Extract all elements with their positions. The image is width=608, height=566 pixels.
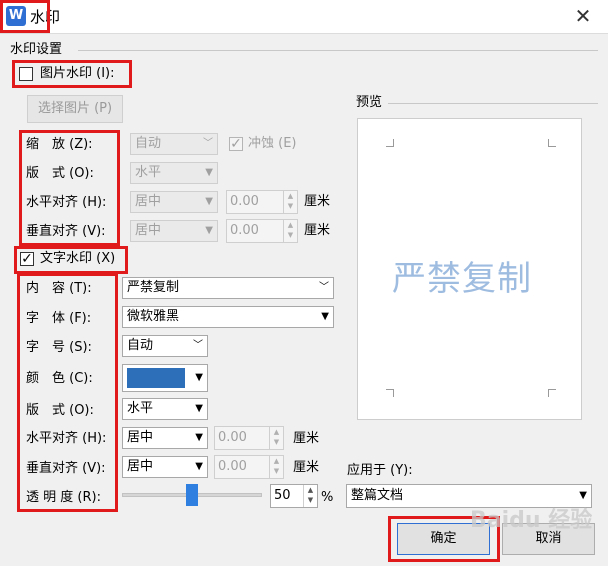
washout-label: 冲蚀 (E) [248, 136, 297, 151]
transparency-input[interactable]: 50 ▲ ▼ [270, 484, 318, 508]
picture-halign-unit: 厘米 [304, 194, 331, 209]
group-divider [78, 50, 598, 51]
color-swatch [127, 368, 185, 388]
text-halign-offset[interactable]: 0.00 ▲ ▼ [214, 426, 284, 450]
watermark-settings-label: 水印设置 [10, 42, 63, 57]
chevron-down-icon: ﹀ [319, 282, 329, 293]
triangle-down-icon: ▼ [195, 432, 203, 443]
text-watermark-label: 文字水印 (X) [40, 251, 116, 266]
margin-corner-mark [386, 389, 394, 397]
preview-watermark-text: 严禁复制 [392, 259, 532, 299]
picture-watermark-label: 图片水印 (I): [40, 66, 115, 81]
triangle-down-icon: ▼ [195, 403, 203, 414]
text-layout-label: 版 式 (O): [26, 403, 94, 418]
picture-valign-select[interactable]: 居中 ▼ [130, 220, 218, 242]
text-halign-label: 水平对齐 (H): [26, 431, 107, 446]
apply-to-label: 应用于 (Y): [347, 463, 413, 478]
scale-label: 缩 放 (Z): [26, 137, 93, 152]
text-layout-select[interactable]: 水平 ▼ [122, 398, 208, 420]
text-valign-select[interactable]: 居中 ▼ [122, 456, 208, 478]
margin-corner-mark [386, 139, 394, 147]
triangle-down-icon: ▼ [205, 167, 213, 178]
picture-valign-offset[interactable]: 0.00 ▲ ▼ [226, 219, 298, 243]
picture-layout-select[interactable]: 水平 ▼ [130, 162, 218, 184]
transparency-unit: % [321, 490, 334, 505]
preview-label: 预览 [356, 95, 383, 110]
picture-valign-unit: 厘米 [304, 223, 331, 238]
preview-divider [388, 103, 598, 104]
preview-panel: 严禁复制 [357, 118, 582, 420]
washout-checkbox[interactable]: ✓ [229, 137, 243, 151]
spinner-arrows-icon[interactable]: ▲ ▼ [269, 427, 283, 449]
spinner-arrows-icon[interactable]: ▲ ▼ [269, 456, 283, 478]
triangle-down-icon: ▼ [195, 461, 203, 472]
scale-select[interactable]: 自动 ﹀ [130, 133, 218, 155]
color-picker[interactable]: ▼ [122, 364, 208, 392]
picture-valign-label: 垂直对齐 (V): [26, 224, 106, 239]
margin-corner-mark [548, 139, 556, 147]
size-select[interactable]: 自动 ﹀ [122, 335, 208, 357]
content-label: 内 容 (T): [26, 281, 92, 296]
text-watermark-checkbox[interactable]: ✓ [20, 252, 34, 266]
wps-app-icon: W [6, 6, 26, 26]
dialog-title: 水印 [30, 8, 61, 26]
text-valign-offset[interactable]: 0.00 ▲ ▼ [214, 455, 284, 479]
margin-corner-mark [548, 389, 556, 397]
font-select[interactable]: 微软雅黑 ▼ [122, 306, 334, 328]
text-valign-label: 垂直对齐 (V): [26, 461, 106, 476]
picture-watermark-checkbox[interactable] [19, 67, 33, 81]
spinner-arrows-icon[interactable]: ▲ ▼ [283, 220, 297, 242]
font-label: 字 体 (F): [26, 311, 92, 326]
triangle-down-icon: ▼ [205, 196, 213, 207]
picture-halign-select[interactable]: 居中 ▼ [130, 191, 218, 213]
transparency-slider-thumb[interactable] [186, 484, 198, 506]
spinner-arrows-icon[interactable]: ▲ ▼ [283, 191, 297, 213]
picture-layout-label: 版 式 (O): [26, 166, 94, 181]
text-halign-unit: 厘米 [293, 431, 320, 446]
title-bar [0, 0, 608, 34]
text-halign-select[interactable]: 居中 ▼ [122, 427, 208, 449]
text-valign-unit: 厘米 [293, 460, 320, 475]
picture-halign-label: 水平对齐 (H): [26, 195, 107, 210]
chevron-down-icon: ﹀ [203, 138, 213, 149]
baidu-jingyan-watermark: Baidu 经验 [470, 508, 593, 533]
transparency-label: 透 明 度 (R): [26, 490, 101, 505]
close-button[interactable]: ✕ [568, 4, 598, 30]
select-picture-button[interactable]: 选择图片 (P) [27, 95, 123, 123]
chevron-down-icon: ﹀ [193, 340, 203, 351]
triangle-down-icon: ▼ [321, 311, 329, 322]
color-label: 颜 色 (C): [26, 371, 93, 386]
triangle-down-icon: ▼ [195, 372, 203, 383]
triangle-down-icon: ▼ [205, 225, 213, 236]
size-label: 字 号 (S): [26, 340, 92, 355]
spinner-arrows-icon[interactable]: ▲ ▼ [303, 485, 317, 507]
picture-halign-offset[interactable]: 0.00 ▲ ▼ [226, 190, 298, 214]
content-combobox[interactable]: 严禁复制 ﹀ [122, 277, 334, 299]
